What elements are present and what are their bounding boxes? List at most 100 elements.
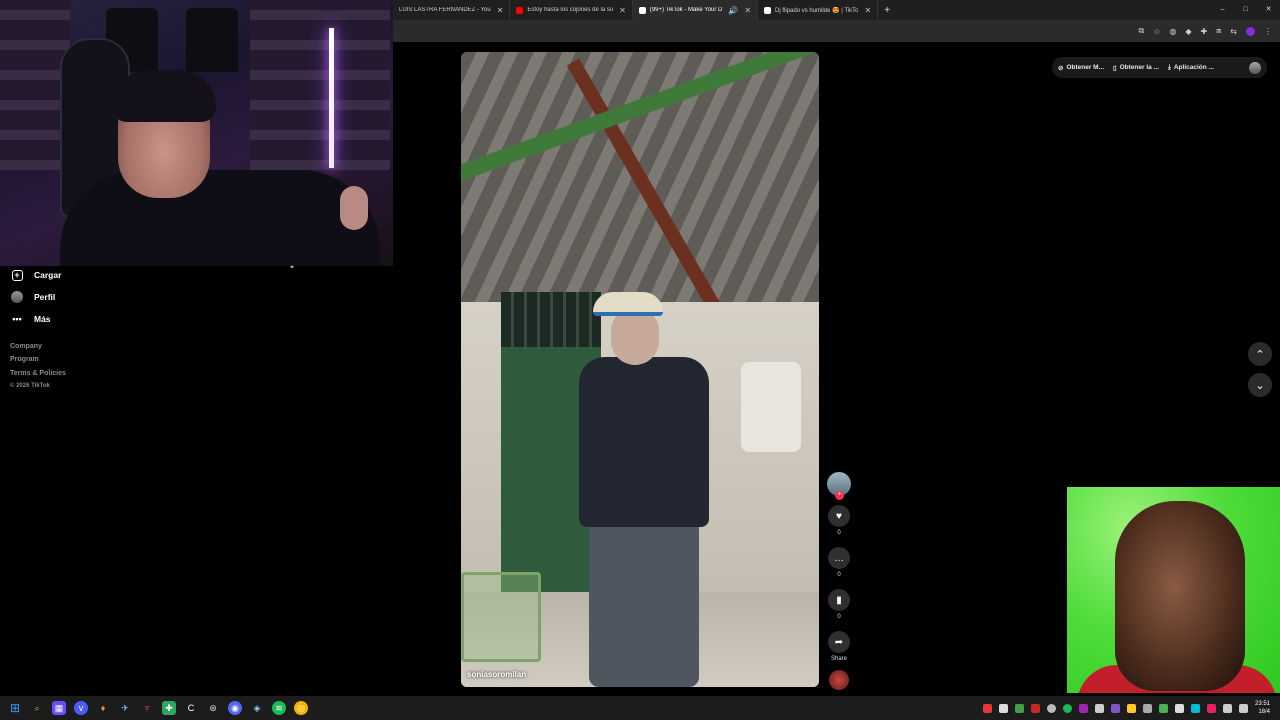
tab-close-icon[interactable]: ✕ bbox=[744, 6, 751, 15]
clock-time: 23:51 bbox=[1254, 701, 1270, 707]
extension-icon[interactable]: ◍ bbox=[1169, 27, 1176, 36]
sidebar-item-upload[interactable]: + Cargar bbox=[10, 264, 61, 286]
browser-tab-active[interactable]: (99+) TikTok - Make Your D 🔊 ✕ bbox=[632, 0, 759, 20]
taskbar-clock[interactable]: 23:51 18/4 bbox=[1255, 700, 1270, 716]
streamer-hand bbox=[340, 186, 368, 230]
tray-app-icon[interactable] bbox=[1190, 703, 1200, 713]
bookmark-icon[interactable]: ▮ bbox=[828, 589, 850, 611]
app-icon[interactable]: ◈ bbox=[250, 701, 264, 715]
footer-link-company[interactable]: Company bbox=[10, 343, 66, 356]
creator-avatar[interactable]: + bbox=[827, 472, 851, 500]
maximize-button[interactable]: □ bbox=[1234, 0, 1257, 20]
background-shelf bbox=[250, 0, 390, 170]
taskbar: ⊞ ⌕ ▦ v ♦ ✈ ▿ ✚ C ⊛ ◉ ◈ ≋ ◎ 23:51 18/4 bbox=[0, 696, 1280, 720]
tab-title: (99+) TikTok - Make Your D bbox=[649, 7, 723, 13]
pill-label: Obtener M... bbox=[1066, 64, 1105, 71]
like-action: ♥ 0 bbox=[826, 505, 852, 538]
tray-app-icon[interactable] bbox=[1158, 703, 1168, 713]
get-app-bar: ⊘ Obtener M... ▯ Obtener la ... ⤓ Aplicació… bbox=[1052, 57, 1267, 78]
tiktok-favicon-icon bbox=[638, 6, 646, 14]
ccleaner-icon[interactable]: C bbox=[184, 701, 198, 715]
browser-tabstrip: LUIS LASTRA FERNANDEZ - You ✕ Estoy hast… bbox=[393, 0, 1280, 20]
meme-overlay bbox=[1067, 487, 1280, 693]
comment-count: 0 bbox=[837, 572, 841, 578]
tab-close-icon[interactable]: ✕ bbox=[619, 6, 626, 15]
browser-menu-icon[interactable]: ⋮ bbox=[1264, 27, 1272, 36]
app-icon[interactable]: ♦ bbox=[96, 701, 110, 715]
tray-app-icon[interactable] bbox=[982, 703, 992, 713]
tab-title: Dj flipado vs humilde 😍 | TikTo bbox=[775, 7, 859, 14]
tab-close-icon[interactable]: ✕ bbox=[864, 6, 871, 15]
footer-link-terms[interactable]: Terms & Policies bbox=[10, 370, 66, 383]
tiktok-favicon-icon bbox=[764, 6, 772, 14]
follow-plus-icon[interactable]: + bbox=[835, 491, 844, 500]
sync-icon[interactable]: ⇆ bbox=[1230, 27, 1237, 36]
hanging-shirt bbox=[186, 8, 238, 72]
next-video-button[interactable]: ⌄ bbox=[1248, 373, 1272, 397]
video-player[interactable]: soniasoromilan bbox=[461, 52, 819, 687]
extension-icon[interactable]: ◆ bbox=[1185, 27, 1191, 36]
install-app-icon[interactable]: ⧉ bbox=[1138, 26, 1144, 36]
spotify-icon[interactable]: ≋ bbox=[272, 701, 286, 715]
comment-icon[interactable]: … bbox=[828, 547, 850, 569]
previous-video-button[interactable]: ⌃ bbox=[1248, 342, 1272, 366]
video-person-hat bbox=[593, 292, 663, 316]
tray-app-icon[interactable] bbox=[1142, 703, 1152, 713]
tray-app-icon[interactable] bbox=[1126, 703, 1136, 713]
music-disc-icon[interactable] bbox=[829, 670, 849, 690]
avatar-icon bbox=[10, 290, 24, 304]
tray-app-icon[interactable] bbox=[1014, 703, 1024, 713]
share-arrow-icon[interactable]: ➦ bbox=[828, 631, 850, 653]
discord-icon[interactable]: ◉ bbox=[228, 701, 242, 715]
reading-list-icon[interactable]: ⧈ bbox=[1216, 26, 1221, 36]
new-tab-button[interactable]: + bbox=[878, 5, 896, 16]
video-chair bbox=[461, 572, 541, 662]
tray-app-icon[interactable] bbox=[1174, 703, 1184, 713]
tray-app-icon[interactable] bbox=[1094, 703, 1104, 713]
tray-app-icon[interactable] bbox=[1030, 703, 1040, 713]
app-icon[interactable]: ▿ bbox=[140, 701, 154, 715]
desktop-app-button[interactable]: ⤓ Aplicación ... bbox=[1168, 64, 1214, 72]
speaker-icon[interactable]: 🔊 bbox=[728, 6, 738, 15]
search-icon[interactable]: ⌕ bbox=[30, 701, 44, 715]
footer-link-program[interactable]: Program bbox=[10, 356, 66, 369]
steam-icon[interactable]: ✈ bbox=[118, 701, 132, 715]
tray-app-icon[interactable] bbox=[1110, 703, 1120, 713]
tray-app-icon[interactable] bbox=[1078, 703, 1088, 713]
tray-app-icon[interactable] bbox=[998, 703, 1008, 713]
get-coins-button[interactable]: ⊘ Obtener M... bbox=[1058, 64, 1104, 72]
app-grid-icon[interactable]: ▦ bbox=[52, 701, 66, 715]
browser-tab[interactable]: Dj flipado vs humilde 😍 | TikTo ✕ bbox=[758, 0, 879, 20]
clock-date: 18/4 bbox=[1258, 709, 1270, 715]
tray-app-icon[interactable] bbox=[1046, 703, 1056, 713]
app-icon[interactable]: ✚ bbox=[162, 701, 176, 715]
volume-icon[interactable] bbox=[1238, 703, 1248, 713]
tab-title: LUIS LASTRA FERNANDEZ - You bbox=[399, 7, 491, 13]
chrome-icon[interactable]: ◎ bbox=[294, 701, 308, 715]
tab-close-icon[interactable]: ✕ bbox=[497, 6, 504, 15]
profile-icon[interactable] bbox=[1246, 26, 1255, 36]
windows-start-icon[interactable]: ⊞ bbox=[8, 701, 22, 715]
browser-tab[interactable]: Estoy hasta los cojones de la su ✕ bbox=[510, 0, 633, 20]
close-window-button[interactable]: ✕ bbox=[1257, 0, 1280, 20]
heart-icon[interactable]: ♥ bbox=[828, 505, 850, 527]
sidebar-item-label: Cargar bbox=[34, 270, 62, 280]
sidebar-item-label: Más bbox=[34, 314, 51, 324]
browser-tab[interactable]: LUIS LASTRA FERNANDEZ - You ✕ bbox=[393, 0, 511, 20]
sidebar-item-profile[interactable]: Perfil bbox=[10, 286, 61, 308]
extensions-puzzle-icon[interactable]: ✚ bbox=[1201, 27, 1208, 36]
user-avatar[interactable] bbox=[1249, 61, 1261, 74]
pill-label: Aplicación ... bbox=[1173, 64, 1214, 71]
video-username[interactable]: soniasoromilan bbox=[467, 670, 526, 679]
sidebar-item-more[interactable]: ••• Más bbox=[10, 308, 61, 330]
microphone-icon[interactable] bbox=[1206, 703, 1216, 713]
minimize-button[interactable]: – bbox=[1211, 0, 1234, 20]
get-app-button[interactable]: ▯ Obtener la ... bbox=[1113, 64, 1159, 72]
tray-spotify-icon[interactable] bbox=[1062, 703, 1072, 713]
app-icon[interactable]: ⊛ bbox=[206, 701, 220, 715]
network-icon[interactable] bbox=[1222, 703, 1232, 713]
sidebar-item-label: Perfil bbox=[34, 292, 56, 302]
vpn-icon[interactable]: v bbox=[74, 701, 88, 715]
sidebar-menu: + Cargar Perfil ••• Más bbox=[10, 264, 61, 330]
bookmark-star-icon[interactable]: ☆ bbox=[1153, 27, 1160, 36]
